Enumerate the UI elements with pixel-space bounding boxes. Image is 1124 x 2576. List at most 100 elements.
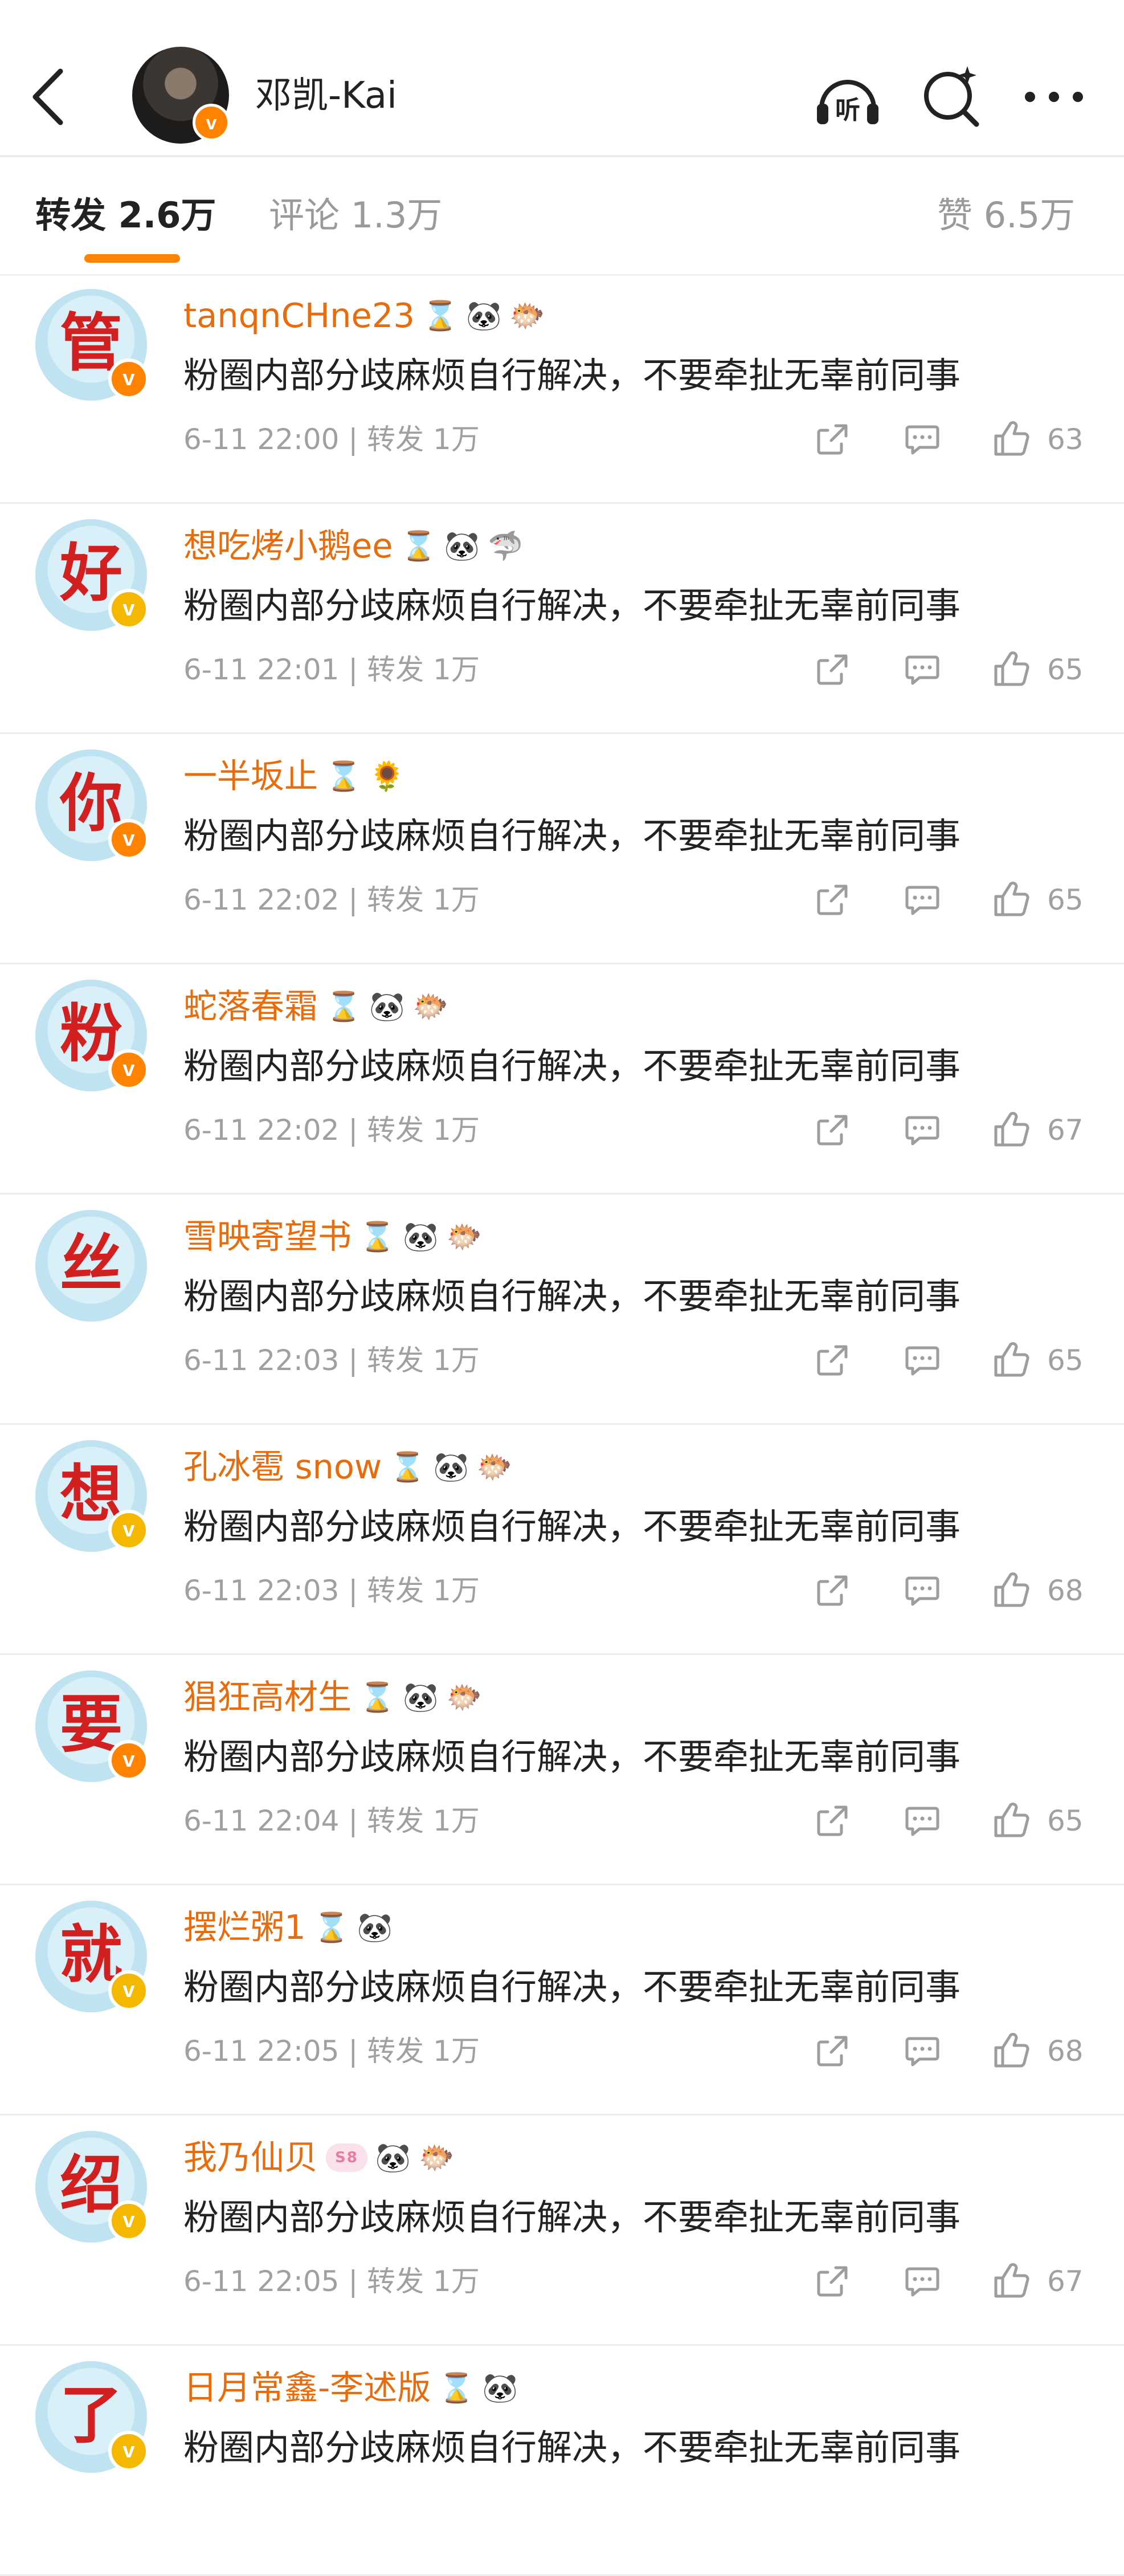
username[interactable]: 日月常鑫-李述版 ⌛ 🐼	[183, 2367, 518, 2409]
tab-likes[interactable]: 赞 6.5万	[937, 193, 1075, 238]
like-icon[interactable]	[991, 649, 1031, 689]
username-text[interactable]: 雪映寄望书	[183, 1217, 351, 1256]
username-text[interactable]: 我乃仙贝	[183, 2138, 318, 2177]
user-badge-icon: 🌻	[369, 760, 405, 793]
username[interactable]: 猖狂高材生 ⌛ 🐼 🐡	[183, 1676, 482, 1718]
repost-item[interactable]: 管 v tanqnCHne23 ⌛ 🐼 🐡 粉圈内部分歧麻烦自行解决，不要牵扯无辜前同事 6-…	[0, 272, 1124, 504]
user-badge-icon: 🐡	[476, 1450, 513, 1483]
like-icon[interactable]	[991, 419, 1031, 459]
username[interactable]: 想吃烤小鹅ee ⌛ 🐼 🦈	[183, 525, 523, 567]
like-icon[interactable]	[991, 2261, 1031, 2301]
user-avatar[interactable]: 想v	[35, 1440, 149, 1552]
active-tab-indicator	[84, 254, 180, 263]
share-icon[interactable]	[813, 1800, 853, 1840]
fan-badge-icon: S8	[326, 2143, 367, 2172]
repost-label: 转发	[367, 2265, 434, 2298]
user-avatar[interactable]: 好v	[35, 519, 149, 631]
comment-icon[interactable]	[902, 879, 942, 919]
tab-comments[interactable]: 评论 1.3万	[269, 193, 442, 238]
comment-icon[interactable]	[902, 1800, 942, 1840]
like-count: 63	[1047, 423, 1084, 456]
timestamp: 6-11 22:01	[183, 653, 340, 686]
verified-badge-icon: v	[108, 1970, 149, 2011]
repost-meta: 6-11 22:04 | 转发 1万	[183, 1803, 480, 1839]
share-icon[interactable]	[813, 1340, 853, 1380]
share-icon[interactable]	[813, 419, 853, 459]
comment-icon[interactable]	[902, 1110, 942, 1150]
repost-label: 转发	[367, 2035, 434, 2068]
repost-count: 1万	[433, 1574, 480, 1607]
user-avatar[interactable]: 你v	[35, 749, 149, 861]
more-icon[interactable]	[1020, 63, 1088, 131]
author-avatar[interactable]: v	[132, 47, 230, 144]
username-text[interactable]: 孔冰雹 snow	[183, 1447, 382, 1486]
comment-icon[interactable]	[902, 2261, 942, 2301]
username[interactable]: 蛇落春霜 ⌛ 🐼 🐡	[183, 985, 448, 1028]
username[interactable]: tanqnCHne23 ⌛ 🐼 🐡	[183, 295, 545, 337]
comment-icon[interactable]	[902, 2031, 942, 2070]
repost-item[interactable]: 绍 v 我乃仙贝 S8 🐼 🐡 粉圈内部分歧麻烦自行解决，不要牵扯无辜前同事 6-11 22:…	[0, 2114, 1124, 2346]
verified-badge-icon: v	[108, 358, 149, 400]
username[interactable]: 孔冰雹 snow ⌛ 🐼 🐡	[183, 1446, 512, 1488]
repost-label: 转发	[367, 883, 434, 916]
username-text[interactable]: 想吃烤小鹅ee	[183, 526, 393, 565]
user-avatar[interactable]: 要v	[35, 1670, 149, 1782]
username-text[interactable]: 蛇落春霜	[183, 987, 318, 1026]
search-icon[interactable]	[917, 63, 986, 131]
share-icon[interactable]	[813, 1570, 853, 1610]
username[interactable]: 一半坂止 ⌛ 🌻	[183, 755, 405, 797]
username-text[interactable]: 摆烂粥1	[183, 1907, 306, 1947]
like-icon[interactable]	[991, 2031, 1031, 2070]
like-icon[interactable]	[991, 1570, 1031, 1610]
share-icon[interactable]	[813, 879, 853, 919]
comment-icon[interactable]	[902, 649, 942, 689]
repost-meta: 6-11 22:02 | 转发 1万	[183, 1112, 480, 1148]
user-avatar[interactable]: 绍v	[35, 2131, 149, 2243]
username[interactable]: 雪映寄望书 ⌛ 🐼 🐡	[183, 1216, 482, 1258]
tab-reposts[interactable]: 转发 2.6万	[35, 193, 216, 238]
like-icon[interactable]	[991, 879, 1031, 919]
repost-item[interactable]: 想 v 孔冰雹 snow ⌛ 🐼 🐡 粉圈内部分歧麻烦自行解决，不要牵扯无辜前同事 6-11 …	[0, 1423, 1124, 1655]
username-text[interactable]: 日月常鑫-李述版	[183, 2368, 431, 2407]
share-icon[interactable]	[813, 2031, 853, 2070]
repost-count: 1万	[433, 883, 480, 916]
username[interactable]: 我乃仙贝 S8 🐼 🐡	[183, 2137, 454, 2179]
share-icon[interactable]	[813, 1110, 853, 1150]
repost-text: 粉圈内部分歧麻烦自行解决，不要牵扯无辜前同事	[183, 1045, 961, 1087]
repost-item[interactable]: 就 v 摆烂粥1 ⌛ 🐼 粉圈内部分歧麻烦自行解决，不要牵扯无辜前同事 6-11 22:05…	[0, 1884, 1124, 2116]
repost-label: 转发	[367, 1114, 434, 1147]
user-avatar[interactable]: 管v	[35, 289, 149, 401]
username-text[interactable]: tanqnCHne23	[183, 296, 415, 335]
username-text[interactable]: 一半坂止	[183, 756, 318, 796]
listen-icon[interactable]: 听	[814, 63, 882, 131]
user-avatar[interactable]: 粉v	[35, 980, 149, 1091]
share-icon[interactable]	[813, 2261, 853, 2301]
repost-meta: 6-11 22:00 | 转发 1万	[183, 421, 480, 458]
username[interactable]: 摆烂粥1 ⌛ 🐼	[183, 1906, 393, 1949]
repost-item[interactable]: 丝 雪映寄望书 ⌛ 🐼 🐡 粉圈内部分歧麻烦自行解决，不要牵扯无辜前同事 6-11 22:0…	[0, 1193, 1124, 1425]
user-avatar[interactable]: 丝	[35, 1210, 147, 1322]
comment-icon[interactable]	[902, 1570, 942, 1610]
share-icon[interactable]	[813, 649, 853, 689]
back-arrow-icon[interactable]	[27, 66, 67, 128]
user-badge-icon: ⌛	[359, 1220, 395, 1253]
repost-item[interactable]: 粉 v 蛇落春霜 ⌛ 🐼 🐡 粉圈内部分歧麻烦自行解决，不要牵扯无辜前同事 6-11 22:0…	[0, 963, 1124, 1195]
user-avatar[interactable]: 就v	[35, 1901, 149, 2012]
like-icon[interactable]	[991, 1800, 1031, 1840]
user-badge-icon: ⌛	[439, 2371, 475, 2404]
repost-item[interactable]: 你 v 一半坂止 ⌛ 🌻 粉圈内部分歧麻烦自行解决，不要牵扯无辜前同事 6-11 22:02…	[0, 732, 1124, 964]
comment-icon[interactable]	[902, 419, 942, 459]
meta-separator: |	[339, 883, 367, 916]
verified-badge-icon: v	[108, 2431, 149, 2472]
username-text[interactable]: 猖狂高材生	[183, 1677, 351, 1717]
comment-icon[interactable]	[902, 1340, 942, 1380]
user-badge-icon: 🐼	[375, 2141, 411, 2174]
like-icon[interactable]	[991, 1110, 1031, 1150]
user-badge-icon: ⌛	[422, 299, 459, 332]
like-icon[interactable]	[991, 1340, 1031, 1380]
timestamp: 6-11 22:05	[183, 2035, 340, 2068]
repost-item[interactable]: 要 v 猖狂高材生 ⌛ 🐼 🐡 粉圈内部分歧麻烦自行解决，不要牵扯无辜前同事 6-11 22:…	[0, 1653, 1124, 1885]
user-badge-icon: 🐼	[482, 2371, 518, 2404]
repost-item[interactable]: 好 v 想吃烤小鹅ee ⌛ 🐼 🦈 粉圈内部分歧麻烦自行解决，不要牵扯无辜前同事 6-11 2…	[0, 502, 1124, 734]
user-avatar[interactable]: 了v	[35, 2361, 149, 2473]
